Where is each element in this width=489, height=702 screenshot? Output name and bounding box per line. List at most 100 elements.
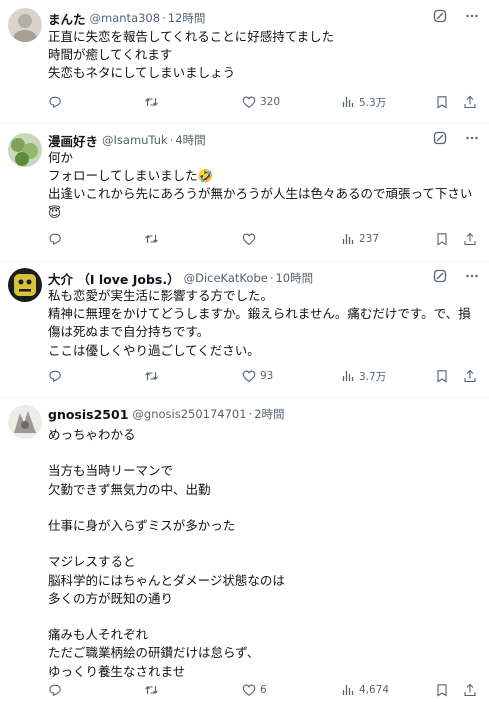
tweet-text: 私も恋愛が実生活に影響する方でした。 精神に無理をかけてどうしますか。鍛えられま… [48,287,477,360]
timestamp[interactable]: 12時間 [168,10,206,26]
timestamp[interactable]: 10時間 [275,270,313,286]
tweet-line: 😇 [48,204,62,220]
tweet[interactable]: まんた @manta308 · 12時間 正直に失恋を報告してくれることに好感持… [0,0,489,124]
bookmark-icon [435,683,449,697]
tweet[interactable]: 漫画好き @IsamuTuk · 4時間 何か フォローしてしまいました🤣 出逢… [0,124,489,262]
avatar[interactable] [8,268,42,302]
more-icon[interactable] [465,131,479,145]
retweet-button[interactable] [144,95,163,109]
grok-icon[interactable] [433,131,447,145]
avatar[interactable] [8,133,42,167]
grok-icon[interactable] [433,9,447,23]
retweet-icon [144,95,159,109]
tweet-line [48,444,477,462]
bookmark-icon [435,232,449,246]
author-handle[interactable]: @gnosis250174701 [132,407,246,421]
view-count: 3.7万 [359,370,387,383]
like-button[interactable]: 6 [242,683,267,697]
retweet-button[interactable] [144,683,163,697]
grok-icon[interactable] [433,269,447,283]
tweet-line: 痛みも人それぞれ [48,627,149,643]
author-name[interactable]: gnosis2501 [48,407,128,422]
bookmark-button[interactable] [435,95,449,109]
bookmark-icon [435,95,449,109]
reply-button[interactable] [48,369,66,383]
views-icon [341,232,355,246]
tweet-text: 何か フォローしてしまいました🤣 出逢いこれから先にあろうが無かろうが人生は色々… [48,149,477,222]
retweet-icon [144,369,159,383]
tweet-line: 正直に失恋を報告してくれることに好感持てました [48,29,335,44]
views-button[interactable]: 4,674 [341,683,389,697]
like-count: 6 [260,684,267,696]
bookmark-button[interactable] [435,369,449,383]
tweet-line: ゆっくり養生なされませ [48,663,186,679]
tweet-text: 正直に失恋を報告してくれることに好感持てました 時間が癒してくれます 失恋もネタ… [48,28,477,83]
like-count: 93 [260,370,274,382]
like-button[interactable]: 320 [242,95,280,109]
like-button[interactable]: 93 [242,369,273,383]
tweet[interactable]: gnosis2501 @gnosis250174701 · 2時間 めっちゃわか… [0,398,489,702]
share-icon [463,683,477,697]
separator-dot: · [162,11,166,25]
reply-button[interactable] [48,95,66,109]
tweet-line: 脳科学的にはちゃんとダメージ状態なのは [48,572,285,588]
author-handle[interactable]: @IsamuTuk [102,133,168,147]
share-button[interactable] [463,95,477,109]
tweet-text: めっちゃわかる 当方も当時リーマンで 欠勤できず無気力の中、出勤 仕事に身が入ら… [48,426,477,681]
share-button[interactable] [463,683,477,697]
view-count: 5.3万 [359,96,387,109]
like-button[interactable] [242,232,260,246]
share-button[interactable] [463,232,477,246]
share-icon [463,369,477,383]
tweet-line: マジレスすると [48,554,136,570]
share-icon [463,95,477,109]
tweet-line: 欠勤できず無気力の中、出勤 [48,481,211,497]
tweet-line: ただご職業柄絵の研鑽だけは怠らず、 [48,645,260,661]
reply-button[interactable] [48,683,66,697]
separator-dot: · [169,133,174,147]
more-icon[interactable] [465,269,479,283]
share-icon [463,232,477,246]
bookmark-icon [435,369,449,383]
more-icon[interactable] [465,9,479,23]
tweet-line: 何か [48,150,74,165]
retweet-icon [144,683,159,697]
tweet-line [48,499,477,517]
tweet-line: めっちゃわかる [48,427,136,442]
avatar[interactable] [8,405,42,439]
view-count: 237 [359,233,380,245]
bookmark-button[interactable] [435,683,449,697]
views-button[interactable]: 5.3万 [341,95,386,110]
timestamp[interactable]: 2時間 [254,406,284,422]
retweet-button[interactable] [144,369,163,383]
tweet-line: 精神に無理をかけてどうしますか。鍛えられません。痛むだけです。で、損 [48,306,471,322]
author-name[interactable]: 漫画好き [48,131,98,150]
like-icon [242,95,256,109]
author-name[interactable]: まんた [48,9,86,28]
tweet-line: 私も恋愛が実生活に影響する方でした。 [48,288,274,303]
reply-icon [48,369,62,383]
views-button[interactable]: 3.7万 [341,369,386,384]
views-button[interactable]: 237 [341,232,379,246]
timestamp[interactable]: 4時間 [175,132,205,148]
views-icon [341,369,355,383]
author-name[interactable]: 大介 （I love Jobs.） [48,269,180,288]
reply-button[interactable] [48,232,66,246]
views-icon [341,683,355,697]
tweet-line: 出逢いこれから先にあろうが無かろうが人生は色々あるので頑張って下さい [48,186,473,202]
like-icon [242,683,256,697]
author-handle[interactable]: @DiceKatKobe [184,271,268,285]
author-handle[interactable]: @manta308 [90,11,161,25]
like-count: 320 [260,96,281,108]
like-icon [242,232,256,246]
bookmark-button[interactable] [435,232,449,246]
avatar[interactable] [8,8,42,42]
like-icon [242,369,256,383]
share-button[interactable] [463,369,477,383]
reply-icon [48,232,62,246]
tweet-line: 傷は死ぬまで自分持ちです。 [48,324,210,340]
action-bar: 237 [48,230,481,248]
tweet[interactable]: 大介 （I love Jobs.） @DiceKatKobe · 10時間 私も… [0,262,489,398]
retweet-button[interactable] [144,232,163,246]
action-bar: 320 5.3万 [48,93,481,111]
